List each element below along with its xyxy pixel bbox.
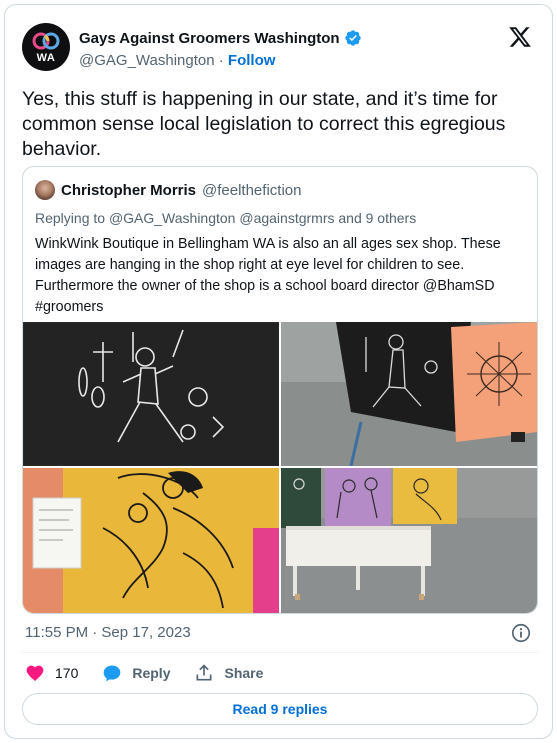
read-replies-button[interactable]: Read 9 replies <box>22 693 538 725</box>
like-count: 170 <box>55 665 79 681</box>
media-image-3[interactable] <box>23 468 279 613</box>
tweet-text: Yes, this stuff is happening in our stat… <box>22 88 506 160</box>
heart-icon <box>26 665 44 681</box>
quoted-author-avatar <box>35 180 55 200</box>
author-name-row[interactable]: Gays Against Groomers Washington <box>79 29 362 47</box>
replying-suffix: and 9 others <box>338 210 417 226</box>
action-bar: 170 Reply Share <box>25 661 287 685</box>
share-label: Share <box>224 665 264 681</box>
media-image-1[interactable] <box>23 322 279 466</box>
quoted-author-name: Christopher Morris <box>61 181 197 199</box>
quoted-tweet-text: WinkWink Boutique in Bellingham WA is al… <box>35 236 501 315</box>
author-name[interactable]: Gays Against Groomers Washington <box>79 30 340 47</box>
replying-users: @GAG_Washington @againstgrmrs <box>108 210 335 226</box>
quoted-author-handle: @feelthefiction <box>202 181 302 199</box>
x-logo-icon[interactable] <box>508 25 532 49</box>
reply-button[interactable]: Reply <box>102 663 170 683</box>
media-grid <box>23 322 537 613</box>
reply-bubble-icon <box>104 665 121 682</box>
tweet-timestamp[interactable]: 11:55 PM · Sep 17, 2023 <box>25 624 191 641</box>
reply-label: Reply <box>132 665 171 681</box>
tweet-embed-card: WA Gays Against Groomers Washington @GAG… <box>4 4 553 739</box>
replying-prefix: Replying to <box>35 210 106 226</box>
verified-badge-icon <box>344 30 361 46</box>
info-icon[interactable] <box>510 622 532 644</box>
share-icon <box>196 664 212 681</box>
quoted-author-row: Christopher Morris @feelthefiction <box>35 180 301 200</box>
like-button[interactable]: 170 <box>25 663 78 683</box>
share-button[interactable]: Share <box>194 663 263 683</box>
quoted-tweet[interactable]: Christopher Morris @feelthefiction Reply… <box>22 166 538 614</box>
author-handle[interactable]: @GAG_Washington <box>79 52 215 69</box>
dot-separator: · <box>218 52 224 69</box>
follow-link[interactable]: Follow <box>228 52 276 69</box>
avatar-text: WA <box>36 52 56 64</box>
author-avatar[interactable]: WA <box>22 23 70 71</box>
media-image-4[interactable] <box>281 468 537 613</box>
divider <box>22 652 538 653</box>
replying-to-line: Replying to @GAG_Washington @againstgrmr… <box>35 210 416 226</box>
author-handle-row: @GAG_Washington · Follow <box>79 52 275 69</box>
media-image-2[interactable] <box>281 322 537 466</box>
rainbow-logo-icon <box>32 32 60 50</box>
